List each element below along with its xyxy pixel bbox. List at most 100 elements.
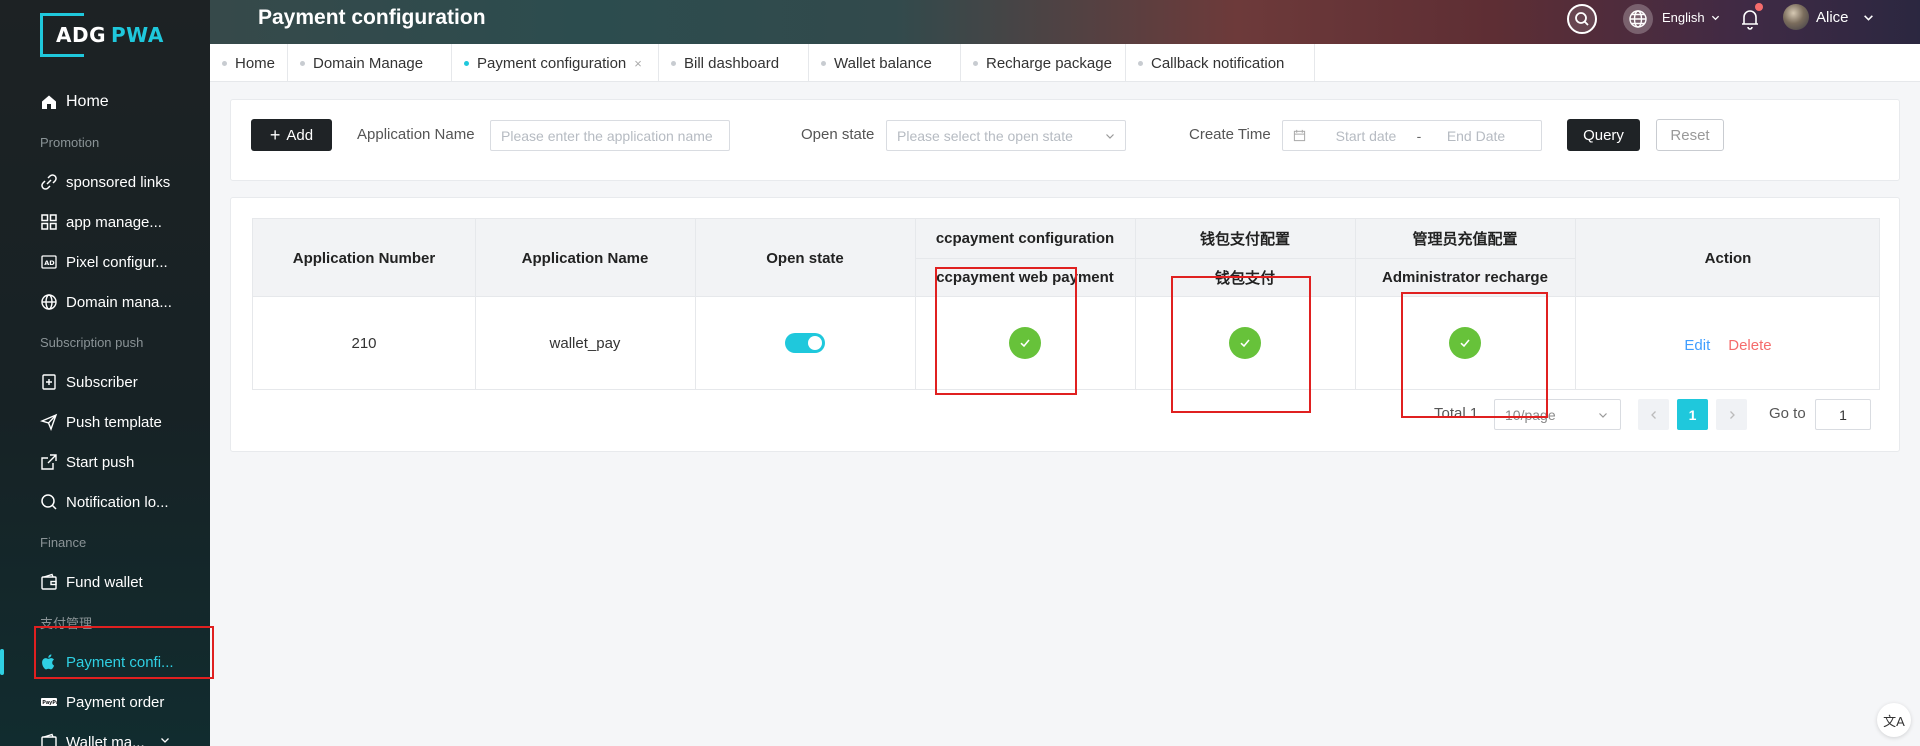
- tab-dot: [821, 60, 826, 66]
- tab-callback-notification[interactable]: Callback notification: [1126, 44, 1315, 82]
- translate-button[interactable]: 文A: [1877, 703, 1911, 737]
- tab-label: Bill dashboard: [684, 54, 780, 72]
- open-state-filter-label: Open state: [801, 126, 875, 143]
- language-globe-button[interactable]: [1623, 4, 1653, 34]
- close-icon[interactable]: ×: [634, 56, 642, 71]
- sidebar-item-sponsored-links[interactable]: sponsored links: [0, 162, 210, 202]
- grid-icon: [40, 213, 58, 231]
- header-divider: [475, 219, 476, 297]
- user-menu[interactable]: Alice: [1816, 9, 1874, 26]
- tab-home[interactable]: Home: [210, 44, 288, 82]
- app-name-placeholder: Please enter the application name: [501, 127, 713, 144]
- tab-dot: [671, 60, 676, 66]
- chevron-down-icon: [1106, 134, 1114, 139]
- cell-ccpayment-web: [915, 297, 1135, 389]
- sidebar-item-notification-log[interactable]: Notification lo...: [0, 482, 210, 522]
- sidebar-item-subscriber[interactable]: Subscriber: [0, 362, 210, 402]
- sidebar-group-promotion: Promotion: [40, 134, 100, 150]
- sidebar-item-fund-wallet[interactable]: Fund wallet: [0, 562, 210, 602]
- tab-wallet-balance[interactable]: Wallet balance: [809, 44, 961, 82]
- open-state-select[interactable]: Please select the open state: [886, 120, 1126, 151]
- goto-page-input[interactable]: 1: [1815, 399, 1871, 430]
- app-logo[interactable]: ADG PWA: [40, 13, 163, 57]
- cell-admin-recharge: [1355, 297, 1575, 389]
- page-size-select[interactable]: 10/page: [1494, 399, 1621, 430]
- date-range-picker[interactable]: Start date - End Date: [1282, 120, 1542, 151]
- chevron-down-icon: [1599, 413, 1607, 418]
- check-circle-icon: [1229, 327, 1261, 359]
- sidebar-item-app-manage[interactable]: app manage...: [0, 202, 210, 242]
- sidebar-group-finance: Finance: [40, 534, 87, 550]
- goto-label: Go to: [1769, 405, 1806, 422]
- translate-icon: 文A: [1883, 713, 1905, 729]
- sidebar-item-wallet-manage[interactable]: Wallet ma...: [0, 722, 210, 746]
- reset-button[interactable]: Reset: [1656, 119, 1724, 151]
- send-icon: [40, 413, 58, 431]
- add-button[interactable]: + Add: [251, 119, 332, 151]
- row-divider: [1135, 297, 1136, 389]
- col-group-admin: 管理员充值配置: [1412, 231, 1518, 248]
- prev-page-button[interactable]: [1638, 399, 1669, 430]
- tab-dot: [300, 60, 305, 66]
- tab-label: Callback notification: [1151, 54, 1285, 72]
- sidebar-item-domain-manage[interactable]: Domain mana...: [0, 282, 210, 322]
- sidebar-item-payment-order[interactable]: PayPal Payment order: [0, 682, 210, 722]
- col-header-open-state: Open state: [766, 249, 844, 267]
- payment-config-table: Application Number Application Name Open…: [252, 218, 1880, 390]
- app-name-input[interactable]: Please enter the application name: [490, 120, 730, 151]
- sidebar: ADG PWA Home Promotion sponsored links ap…: [0, 0, 210, 746]
- sidebar-item-label: app manage...: [66, 213, 162, 231]
- open-state-toggle[interactable]: [785, 333, 825, 353]
- sidebar-item-label: Domain mana...: [66, 293, 172, 311]
- tab-dot: [464, 60, 469, 66]
- chevron-down-icon: [1863, 15, 1873, 21]
- app-name-filter-label: Application Name: [357, 126, 475, 143]
- chevron-left-icon: [1650, 410, 1656, 419]
- check-circle-icon: [1449, 327, 1481, 359]
- next-page-button[interactable]: [1716, 399, 1747, 430]
- sidebar-group-subscription: Subscription push: [40, 334, 144, 350]
- sidebar-item-pixel-config[interactable]: AD Pixel configur...: [0, 242, 210, 282]
- col-header-app-number: Application Number: [292, 249, 436, 267]
- col-header-admin-recharge: Administrator recharge: [1382, 269, 1548, 286]
- language-selector[interactable]: English: [1662, 10, 1720, 25]
- end-date-placeholder: End Date: [1446, 127, 1506, 144]
- date-separator: -: [1416, 127, 1422, 144]
- sidebar-item-push-template[interactable]: Push template: [0, 402, 210, 442]
- tab-domain-manage[interactable]: Domain Manage: [288, 44, 452, 82]
- tab-payment-configuration[interactable]: Payment configuration ×: [452, 44, 659, 82]
- link-icon: [40, 173, 58, 191]
- row-divider: [695, 297, 696, 389]
- tab-label: Payment configuration: [477, 54, 627, 72]
- query-button[interactable]: Query: [1567, 119, 1640, 151]
- tab-bill-dashboard[interactable]: Bill dashboard: [659, 44, 809, 82]
- bell-icon[interactable]: [1740, 8, 1760, 30]
- sidebar-item-label: Subscriber: [66, 373, 138, 391]
- table-header: Application Number Application Name Open…: [253, 219, 1879, 297]
- tab-recharge-package[interactable]: Recharge package: [961, 44, 1126, 82]
- tab-dot: [222, 60, 227, 66]
- page-number-button[interactable]: 1: [1677, 399, 1708, 430]
- header-divider: [915, 219, 916, 297]
- tab-label: Wallet balance: [834, 54, 932, 72]
- open-state-placeholder: Please select the open state: [897, 127, 1073, 144]
- delete-link[interactable]: Delete: [1728, 337, 1771, 354]
- col-header-wallet-pay: 钱包支付: [1214, 270, 1275, 287]
- sidebar-item-start-push[interactable]: Start push: [0, 442, 210, 482]
- avatar[interactable]: [1783, 4, 1809, 30]
- tab-dot: [973, 60, 978, 66]
- logo-text-accent: PWA: [111, 23, 164, 47]
- edit-link[interactable]: Edit: [1684, 337, 1710, 354]
- cell-open-state: [695, 297, 915, 389]
- col-header-action: Action: [1704, 249, 1752, 267]
- header-divider: [1355, 219, 1356, 297]
- header-search-button[interactable]: [1567, 4, 1597, 34]
- tab-label: Recharge package: [986, 54, 1112, 72]
- sidebar-item-payment-config[interactable]: Payment confi...: [0, 642, 210, 682]
- plus-icon: +: [269, 124, 281, 145]
- table-row: 210 wallet_pay Edit Delete: [253, 297, 1879, 389]
- sidebar-item-home[interactable]: Home: [0, 82, 210, 122]
- sidebar-item-label: Payment order: [66, 693, 165, 711]
- paypal-icon: PayPal: [40, 693, 58, 711]
- col-group-wallet: 钱包支付配置: [1199, 231, 1290, 248]
